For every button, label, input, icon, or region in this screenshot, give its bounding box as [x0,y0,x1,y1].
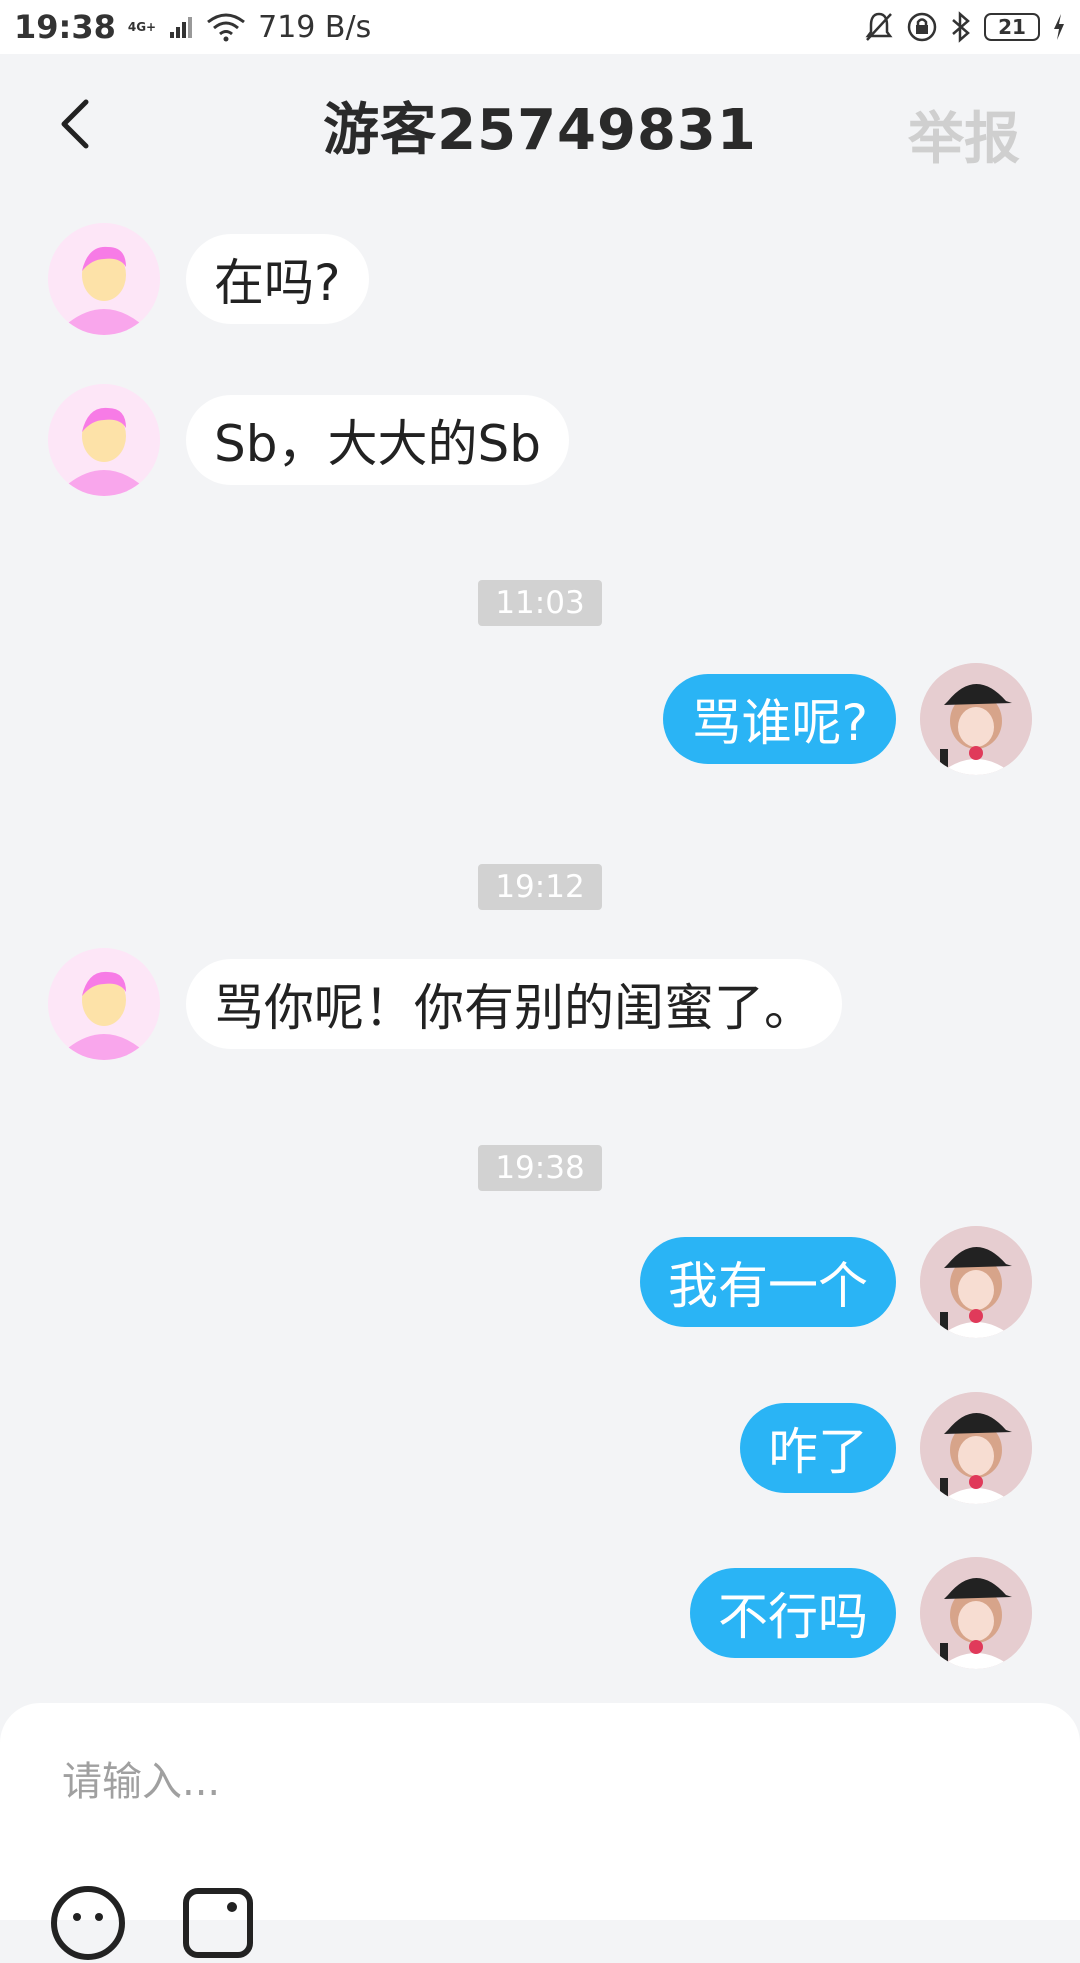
status-time: 19:38 [14,8,116,46]
my-avatar[interactable] [920,663,1032,775]
contact-avatar[interactable] [48,384,160,496]
message-row: 骂谁呢? [663,663,1032,775]
my-avatar[interactable] [920,1392,1032,1504]
message-row: 我有一个 [640,1226,1032,1338]
message-row: 骂你呢！你有别的闺蜜了。 [48,948,842,1060]
mute-bell-icon [865,12,893,41]
message-bubble: 骂你呢！你有别的闺蜜了。 [186,959,842,1049]
contact-avatar[interactable] [48,948,160,1060]
chat-header: 游客25749831 举报 [0,54,1080,196]
emoji-icon[interactable] [48,1883,128,1963]
message-bubble: 不行吗 [690,1568,896,1658]
timestamp: 11:03 [478,580,602,626]
message-bubble: 我有一个 [640,1237,896,1327]
my-avatar[interactable] [920,1226,1032,1338]
message-row: 咋了 [740,1392,1032,1504]
report-button[interactable]: 举报 [908,94,1020,175]
charging-icon [1054,14,1064,40]
timestamp: 19:38 [478,1145,602,1191]
message-bubble: 咋了 [740,1403,896,1493]
message-row: 不行吗 [690,1557,1032,1669]
message-input[interactable] [62,1759,962,1805]
message-row: 在吗? [48,223,369,335]
battery-indicator: 21 [984,13,1040,41]
message-bubble: Sb，大大的Sb [186,395,569,485]
network-speed: 719 B/s [258,9,372,45]
rotation-lock-icon [907,12,937,42]
message-bubble: 在吗? [186,234,369,324]
wifi-icon [207,13,246,42]
battery-level: 21 [998,15,1026,39]
image-icon[interactable] [180,1883,260,1963]
message-row: Sb，大大的Sb [48,384,569,496]
network-type: 4G+ [127,20,157,34]
contact-avatar[interactable] [48,223,160,335]
back-arrow-icon[interactable] [48,94,108,154]
bluetooth-icon [952,11,970,43]
timestamp: 19:12 [478,864,602,910]
input-bar [0,1703,1080,1960]
chat-title: 游客25749831 [323,97,757,163]
status-bar: 19:38 4G+ 719 B/s 21 [0,0,1080,54]
signal-icon [170,17,193,38]
my-avatar[interactable] [920,1557,1032,1669]
message-bubble: 骂谁呢? [663,674,896,764]
